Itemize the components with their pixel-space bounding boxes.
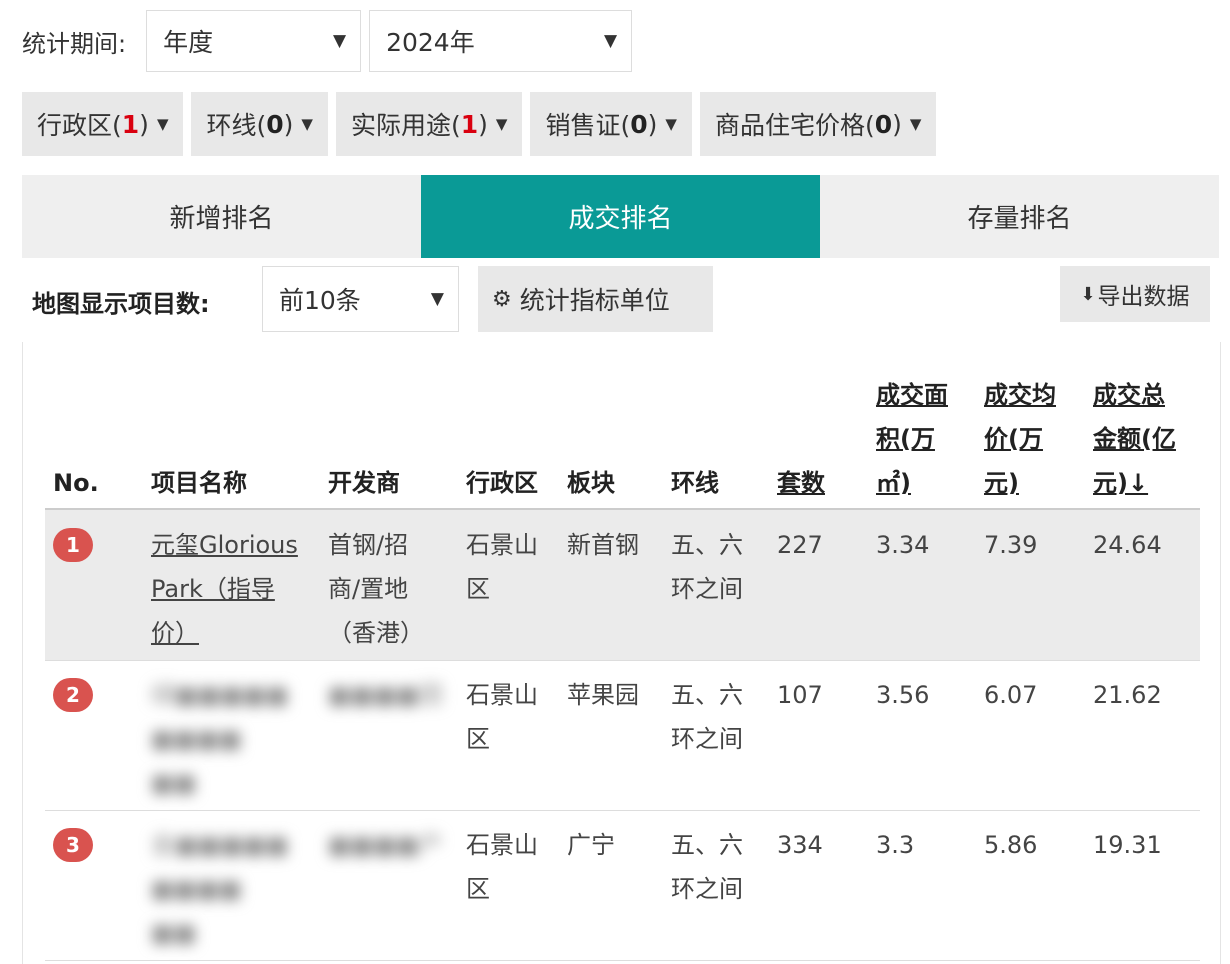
ranking-tabs: 新增排名 成交排名 存量排名: [22, 175, 1219, 258]
header-developer: 开发商: [328, 469, 400, 497]
rank-badge: 1: [53, 528, 93, 562]
stat-unit-button[interactable]: ⚙ 统计指标单位: [478, 266, 713, 332]
map-count-select[interactable]: 前10条 ▼: [262, 266, 459, 332]
filter-count: 0: [630, 109, 648, 139]
area-cell: 3.3: [876, 831, 915, 859]
avg-price-cell: 6.07: [984, 681, 1038, 709]
rank-badge: 3: [53, 828, 93, 862]
filter-district[interactable]: 行政区(1) ▼: [22, 92, 184, 156]
avg-price-cell: 5.86: [984, 831, 1038, 859]
area-cell: 3.34: [876, 531, 930, 559]
developer-cell: ■■■■产: [328, 831, 443, 859]
filter-count: 1: [460, 109, 479, 139]
total-cell: 19.31: [1093, 831, 1162, 859]
header-units[interactable]: 套数: [777, 461, 825, 505]
caret-down-icon: ▼: [430, 289, 444, 309]
header-block: 板块: [567, 469, 615, 497]
header-total[interactable]: 成交总 金额(亿 元)↓: [1093, 373, 1176, 505]
area-cell: 3.56: [876, 681, 930, 709]
caret-down-icon: ▼: [156, 115, 169, 133]
stat-unit-label: 统计指标单位: [519, 286, 670, 315]
download-icon: ⬇: [1080, 283, 1096, 305]
header-project-name: 项目名称: [151, 469, 247, 497]
caret-down-icon: ▼: [495, 115, 508, 133]
filter-count: 0: [266, 109, 284, 139]
row-divider: [45, 810, 1200, 811]
map-count-value: 前10条: [279, 286, 361, 315]
block-cell: 苹果园: [567, 681, 639, 709]
caret-down-icon: ▼: [301, 115, 313, 133]
developer-cell: ■■■■团: [328, 681, 443, 709]
units-cell: 227: [777, 531, 823, 559]
filter-count: 1: [121, 109, 140, 139]
rank-badge: 2: [53, 678, 93, 712]
caret-down-icon: ▼: [333, 31, 347, 51]
district-cell: 石景山 区: [466, 831, 538, 903]
year-select[interactable]: 2024年 ▼: [369, 10, 633, 72]
ring-cell: 五、六 环之间: [671, 831, 743, 903]
header-ring: 环线: [671, 469, 719, 497]
ring-cell: 五、六 环之间: [671, 531, 743, 603]
period-type-select[interactable]: 年度 ▼: [146, 10, 362, 72]
project-name-link[interactable]: 绿■■■■■ ■■■■ ■■: [151, 673, 288, 805]
block-cell: 新首钢: [567, 531, 639, 559]
map-count-label: 地图显示项目数:: [32, 290, 210, 318]
filter-sales-permit[interactable]: 销售证(0) ▼: [530, 92, 692, 156]
filter-bar: 行政区(1) ▼ 环线(0) ▼ 实际用途(1) ▼ 销售证(0) ▼ 商品住宅…: [22, 92, 944, 156]
filter-housing-price[interactable]: 商品住宅价格(0) ▼: [699, 92, 937, 156]
filter-count: 0: [874, 109, 893, 139]
total-cell: 24.64: [1093, 531, 1162, 559]
filter-usage[interactable]: 实际用途(1) ▼: [335, 92, 523, 156]
ring-cell: 五、六 环之间: [671, 681, 743, 753]
avg-price-cell: 7.39: [984, 531, 1038, 559]
header-district: 行政区: [466, 469, 538, 497]
gear-icon: ⚙: [492, 286, 512, 312]
row-divider: [45, 960, 1200, 961]
caret-down-icon: ▼: [604, 31, 618, 51]
tab-stock-ranking[interactable]: 存量排名: [820, 175, 1219, 258]
table-toolbar: 地图显示项目数: 前10条 ▼ ⚙ 统计指标单位 ⬇ 导出数据: [22, 266, 1212, 332]
export-label: 导出数据: [1097, 284, 1190, 310]
filter-ring-road[interactable]: 环线(0) ▼: [191, 92, 328, 156]
caret-down-icon: ▼: [665, 115, 677, 133]
header-avg-price[interactable]: 成交均 价(万 元): [984, 373, 1056, 505]
tab-deal-ranking[interactable]: 成交排名: [421, 175, 820, 258]
units-cell: 107: [777, 681, 823, 709]
caret-down-icon: ▼: [909, 115, 922, 133]
export-button[interactable]: ⬇ 导出数据: [1060, 266, 1210, 322]
units-cell: 334: [777, 831, 823, 859]
district-cell: 石景山 区: [466, 531, 538, 603]
period-type-value: 年度: [163, 28, 214, 57]
ranking-table: No. 项目名称 开发商 行政区 板块 环线 套数 成交面 积(万 ㎡) 成交均…: [22, 342, 1221, 964]
developer-cell: 首钢/招 商/置地 （香港）: [328, 531, 424, 647]
header-no: No.: [53, 469, 99, 497]
block-cell: 广宁: [567, 831, 615, 859]
project-name-link[interactable]: 元玺Glorious Park（指导 价）: [151, 523, 298, 655]
tab-new-ranking[interactable]: 新增排名: [22, 175, 421, 258]
year-value: 2024年: [386, 28, 475, 57]
district-cell: 石景山 区: [466, 681, 538, 753]
period-label: 统计期间:: [22, 29, 127, 58]
project-name-link[interactable]: 金■■■■■ ■■■■ ■■: [151, 823, 288, 955]
row-divider: [45, 660, 1200, 661]
stats-period-row: 统计期间: 年度 ▼ 2024年 ▼: [22, 10, 633, 72]
header-area[interactable]: 成交面 积(万 ㎡): [876, 373, 948, 505]
total-cell: 21.62: [1093, 681, 1162, 709]
